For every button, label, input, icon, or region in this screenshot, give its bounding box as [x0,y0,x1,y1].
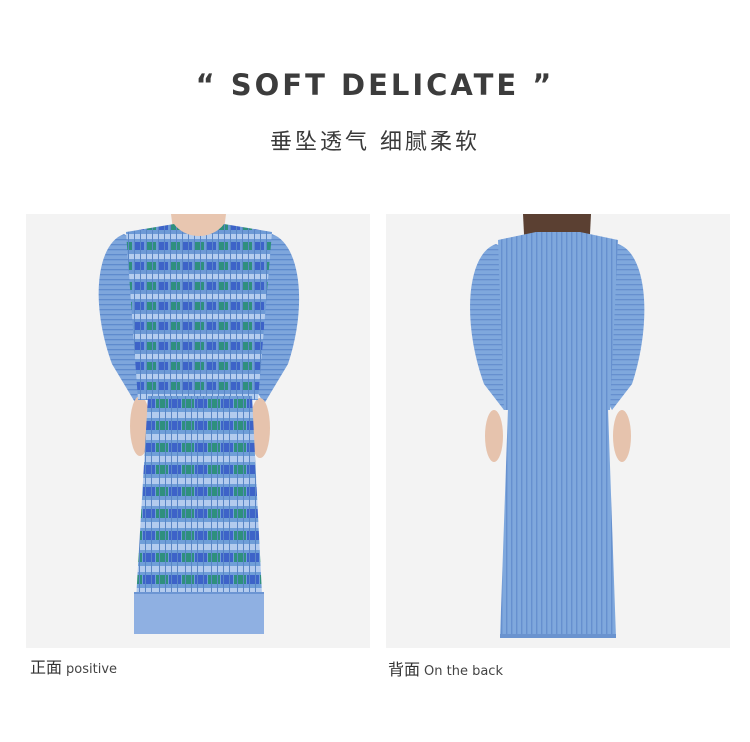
front-caption-en: positive [66,662,118,677]
back-caption: 背面 On the back [388,656,503,680]
page-title: “ SOFT DELICATE ” [195,68,555,102]
front-view-photo [26,214,370,648]
back-caption-en: On the back [424,664,503,679]
back-caption-cn: 背面 [388,660,421,679]
front-caption: 正面 positive [30,654,117,678]
front-caption-cn: 正面 [30,658,63,677]
page-subtitle: 垂坠透气 细腻柔软 [270,130,480,155]
back-view-photo [386,214,730,648]
